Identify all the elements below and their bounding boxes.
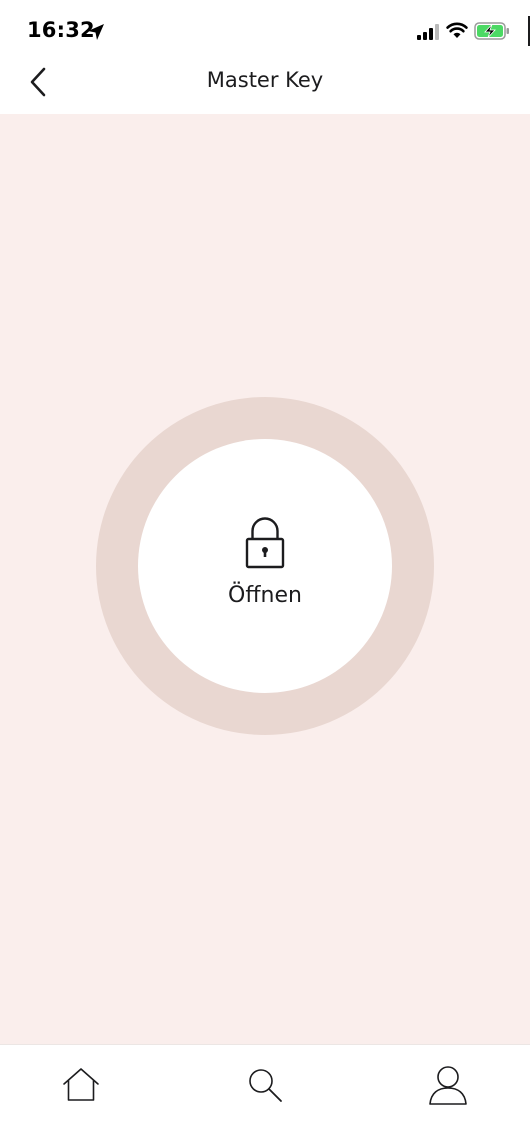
- navigation-bar: Master Key: [0, 60, 530, 114]
- page-title: Master Key: [206, 68, 324, 92]
- magnifier-icon: [249, 1069, 282, 1102]
- app-screen: 16:32 Master Key Öffnen: [0, 0, 530, 1147]
- tab-profile[interactable]: [426, 1063, 470, 1107]
- wifi-icon: [446, 22, 468, 38]
- lock-ring: Öffnen: [96, 397, 434, 735]
- location-arrow-icon: [88, 24, 104, 40]
- status-bar: 16:32: [0, 0, 530, 60]
- open-lock-button[interactable]: Öffnen: [138, 439, 392, 693]
- padlock-icon: [245, 516, 285, 568]
- tab-home[interactable]: [59, 1063, 103, 1107]
- status-time: 16:32: [27, 18, 95, 42]
- cellular-signal-icon: [417, 24, 439, 40]
- battery-charging-icon: [474, 22, 509, 40]
- person-icon: [429, 1066, 467, 1105]
- tab-bar: [0, 1044, 530, 1147]
- house-icon: [63, 1068, 99, 1101]
- open-lock-label: Öffnen: [228, 582, 302, 608]
- tab-search[interactable]: [243, 1063, 287, 1107]
- main-content: Öffnen: [0, 114, 530, 1044]
